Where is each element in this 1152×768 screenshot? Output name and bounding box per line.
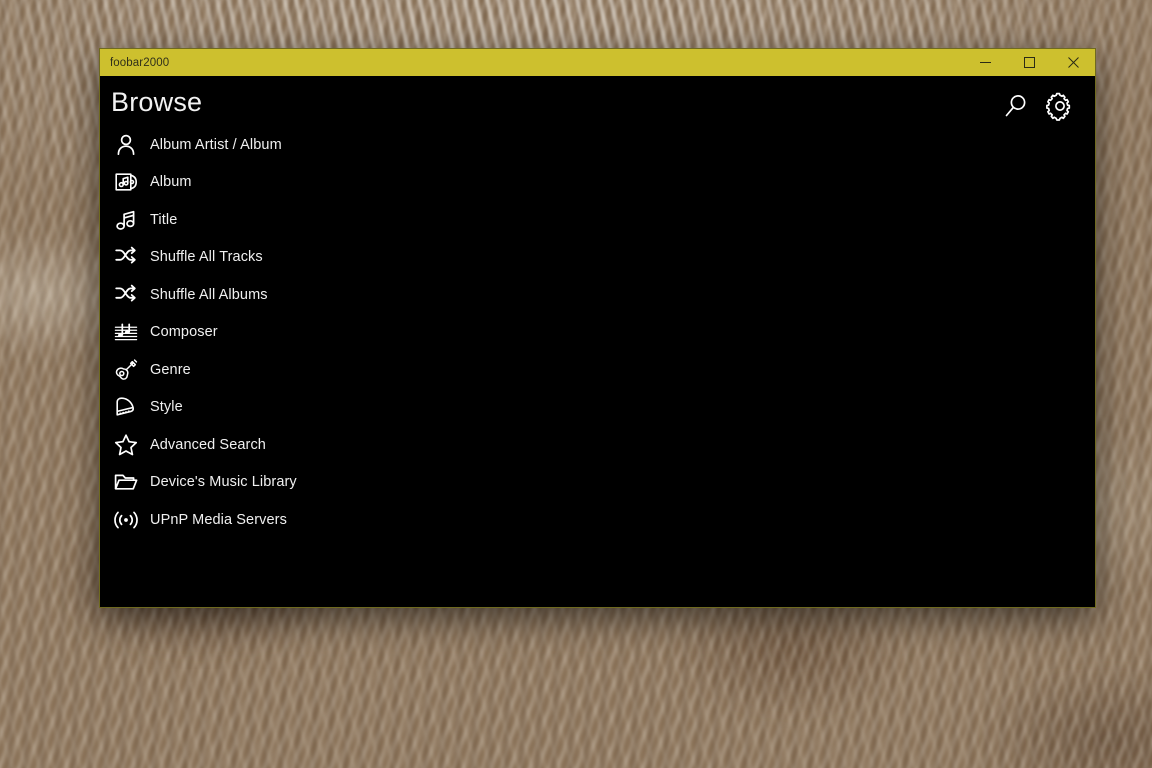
window-content: Browse Album Artist / Album Album Title …: [100, 76, 1095, 607]
page-header: Browse: [100, 76, 1095, 123]
browse-item-label: Style: [150, 399, 183, 416]
browse-item-devices-music-library[interactable]: Device's Music Library: [100, 464, 1095, 502]
browse-item-label: Shuffle All Albums: [150, 286, 268, 303]
browse-item-upnp-media-servers[interactable]: UPnP Media Servers: [100, 501, 1095, 539]
browse-item-genre[interactable]: Genre: [100, 351, 1095, 389]
foobar2000-window: foobar2000 Browse Album Artist / Album A…: [99, 48, 1096, 608]
browse-item-label: Album Artist / Album: [150, 136, 282, 153]
folder-icon: [111, 467, 141, 497]
music-staff-icon: [111, 317, 141, 347]
guitar-icon: [111, 355, 141, 385]
close-button[interactable]: [1051, 49, 1095, 76]
browse-item-label: Title: [150, 211, 178, 228]
browse-item-album-artist-album[interactable]: Album Artist / Album: [100, 126, 1095, 164]
minimize-icon: [979, 62, 991, 63]
browse-item-album[interactable]: Album: [100, 164, 1095, 202]
browse-item-shuffle-all-albums[interactable]: Shuffle All Albums: [100, 276, 1095, 314]
maximize-icon: [1023, 57, 1035, 68]
browse-item-shuffle-all-tracks[interactable]: Shuffle All Tracks: [100, 239, 1095, 277]
gear-icon: [1046, 92, 1071, 121]
star-icon: [111, 430, 141, 460]
browse-item-composer[interactable]: Composer: [100, 314, 1095, 352]
music-note-icon: [111, 205, 141, 235]
browse-item-label: Composer: [150, 324, 218, 341]
browse-item-label: Genre: [150, 361, 191, 378]
album-icon: [111, 167, 141, 197]
browse-item-label: UPnP Media Servers: [150, 511, 287, 528]
person-icon: [111, 130, 141, 160]
piano-icon: [111, 392, 141, 422]
browse-item-label: Album: [150, 174, 192, 191]
browse-item-label: Device's Music Library: [150, 474, 297, 491]
window-title: foobar2000: [110, 56, 170, 69]
page-title: Browse: [111, 87, 203, 117]
broadcast-icon: [111, 505, 141, 535]
browse-list: Album Artist / Album Album Title Shuffle…: [100, 126, 1095, 539]
browse-item-label: Advanced Search: [150, 436, 266, 453]
search-icon: [1005, 95, 1026, 117]
search-button[interactable]: [999, 89, 1033, 123]
maximize-button[interactable]: [1007, 49, 1051, 76]
browse-item-label: Shuffle All Tracks: [150, 249, 263, 266]
browse-item-title[interactable]: Title: [100, 201, 1095, 239]
settings-button[interactable]: [1043, 89, 1077, 123]
shuffle-icon: [111, 242, 141, 272]
title-bar[interactable]: foobar2000: [100, 49, 1095, 76]
minimize-button[interactable]: [963, 49, 1007, 76]
shuffle-icon: [111, 280, 141, 310]
header-actions: [999, 85, 1081, 123]
close-icon: [1067, 57, 1079, 68]
browse-item-advanced-search[interactable]: Advanced Search: [100, 426, 1095, 464]
browse-item-style[interactable]: Style: [100, 389, 1095, 427]
window-controls: [963, 49, 1095, 76]
